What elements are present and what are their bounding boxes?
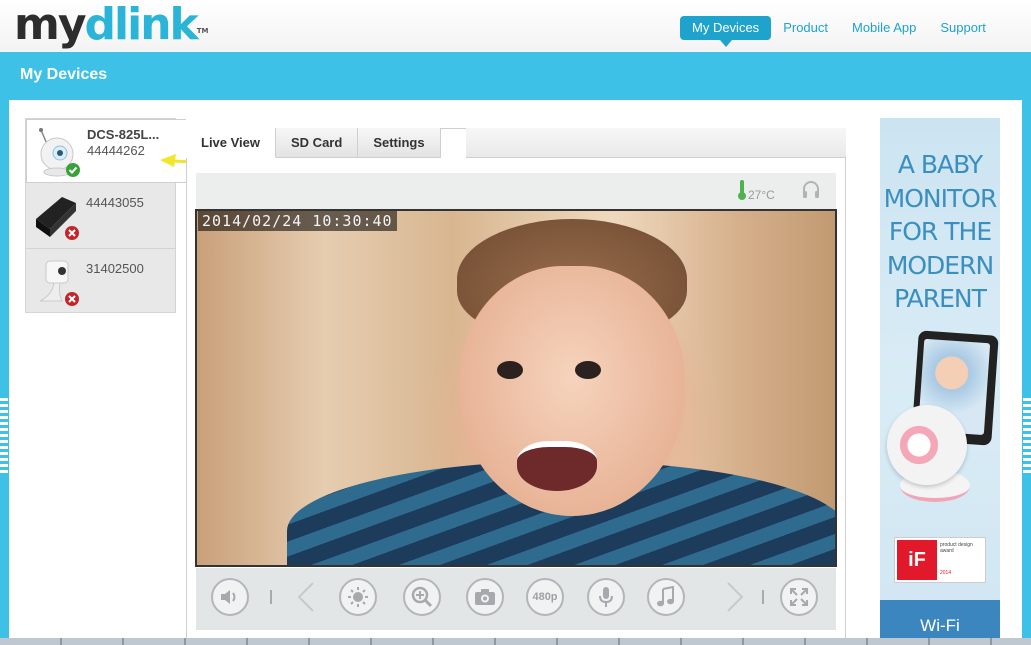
- microphone-button[interactable]: [587, 578, 625, 616]
- if-design-award-badge: iF product design award 2014: [894, 537, 986, 583]
- snapshot-icon: [475, 589, 495, 605]
- zoom-button[interactable]: [403, 578, 441, 616]
- tab-settings[interactable]: Settings: [358, 128, 441, 158]
- tab-bar-filler: [466, 128, 846, 158]
- control-separator: [762, 590, 764, 604]
- tab-sd-card[interactable]: SD Card: [276, 128, 359, 158]
- device-id: 31402500: [86, 261, 144, 276]
- device-item-3[interactable]: 31402500: [26, 249, 175, 313]
- video-timestamp: 2014/02/24 10:30:40: [198, 211, 397, 231]
- baby-camera-icon: [39, 128, 80, 177]
- mydlink-logo[interactable]: mydlinkTM: [14, 2, 209, 48]
- cube-camera-icon: [39, 260, 79, 306]
- brightness-icon: [348, 587, 368, 607]
- music-icon: [657, 586, 674, 607]
- control-separator: [270, 590, 272, 604]
- device-name: DCS-825L...: [87, 127, 160, 142]
- main-nav: My Devices Product Mobile App Support: [680, 16, 998, 47]
- zoom-icon: [411, 586, 433, 608]
- temperature-readout: 27°C: [737, 178, 775, 202]
- brightness-button[interactable]: [339, 578, 377, 616]
- fullscreen-button[interactable]: [780, 578, 818, 616]
- wave-decoration-left: [0, 395, 8, 475]
- speaker-button[interactable]: [211, 578, 249, 616]
- microphone-icon: [599, 587, 613, 607]
- award-title: product design award: [940, 542, 973, 554]
- thermometer-icon: [738, 180, 746, 200]
- if-logo: iF: [897, 540, 937, 580]
- video-subject-eye: [497, 361, 523, 379]
- resolution-label: 480p: [532, 591, 558, 603]
- page-title: My Devices: [20, 66, 108, 83]
- device-id: 44443055: [86, 195, 144, 210]
- chevron-right-icon[interactable]: [722, 581, 746, 613]
- resolution-480p-button[interactable]: 480p: [526, 578, 564, 616]
- live-video-feed[interactable]: [195, 209, 837, 567]
- nav-product[interactable]: Product: [771, 16, 840, 40]
- headphone-icon[interactable]: [801, 179, 821, 199]
- award-year: 2014: [940, 570, 952, 576]
- tab-live-view[interactable]: Live View: [186, 128, 277, 158]
- device-list: DCS-825L... 44444262 44443055 31402500: [25, 118, 186, 313]
- taskbar-strip: [0, 638, 1031, 645]
- speaker-icon: [221, 590, 236, 604]
- nav-my-devices[interactable]: My Devices: [680, 16, 772, 47]
- video-subject-eye: [575, 361, 601, 379]
- ad-camera-image: [887, 405, 967, 485]
- device-id: 44444262: [87, 143, 145, 158]
- wave-decoration-right: [1023, 395, 1031, 475]
- ad-footer-label: Wi-Fi: [920, 616, 960, 635]
- chevron-left-icon[interactable]: [295, 581, 319, 613]
- device-item-2[interactable]: 44443055: [26, 183, 175, 249]
- video-subject-mouth: [517, 441, 597, 491]
- nav-support[interactable]: Support: [928, 16, 998, 40]
- tab-bar: Live View SD Card Settings: [186, 128, 441, 158]
- ad-headline: A BABY MONITOR FOR THE MODERN PARENT: [883, 150, 998, 313]
- music-button[interactable]: [647, 578, 685, 616]
- nav-mobile-app[interactable]: Mobile App: [840, 16, 928, 40]
- temperature-value: 27°C: [748, 188, 775, 202]
- fullscreen-icon: [790, 588, 808, 606]
- snapshot-button[interactable]: [466, 578, 504, 616]
- router-icon: [36, 197, 79, 240]
